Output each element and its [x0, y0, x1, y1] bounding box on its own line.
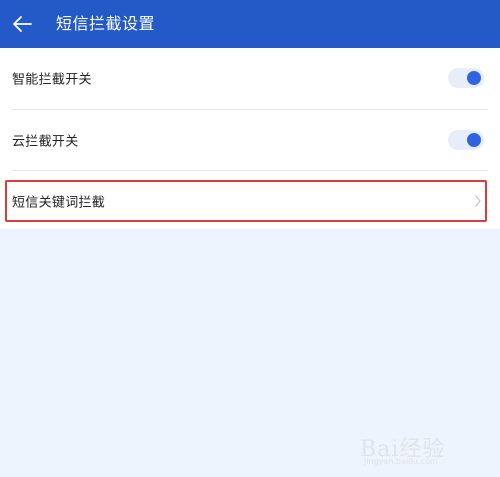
cloud-block-label: 云拦截开关 [12, 134, 79, 150]
smart-block-toggle[interactable] [448, 68, 484, 88]
toggle-knob [467, 71, 481, 85]
watermark-url: jingyan.baidu.com [364, 457, 438, 466]
toggle-knob [467, 133, 481, 147]
keyword-block-label: 短信关键词拦截 [12, 195, 106, 211]
settings-list: 智能拦截开关 云拦截开关 短信关键词拦截 [0, 48, 500, 229]
arrow-left-icon[interactable] [11, 12, 33, 36]
page-title: 短信拦截设置 [56, 14, 156, 33]
app-header: 短信拦截设置 [0, 0, 500, 48]
keyword-block-row[interactable]: 短信关键词拦截 [0, 171, 500, 231]
cloud-block-toggle[interactable] [448, 130, 484, 150]
smart-block-label: 智能拦截开关 [12, 72, 92, 88]
smart-block-row[interactable]: 智能拦截开关 [0, 48, 500, 108]
chevron-right-icon [475, 195, 481, 207]
watermark: Bai经验 jingyan.baidu.com [360, 425, 470, 469]
cloud-block-row[interactable]: 云拦截开关 [0, 110, 500, 170]
